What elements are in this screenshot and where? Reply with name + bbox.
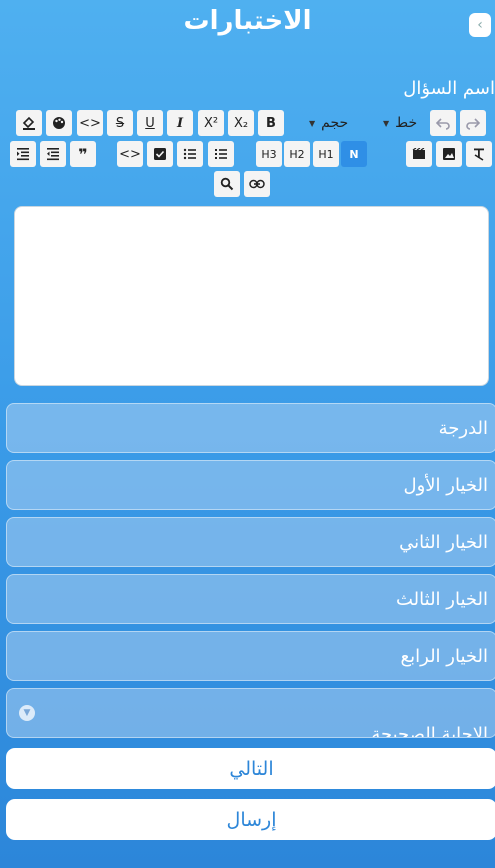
strikethrough-label: S <box>115 115 125 131</box>
palette-icon[interactable] <box>46 110 72 136</box>
heading2-button[interactable]: H2 <box>284 141 310 167</box>
numbered-list-icon[interactable] <box>208 141 234 167</box>
option2-field[interactable]: الخيار الثاني <box>6 517 495 567</box>
size-select[interactable]: حجم ▼ <box>309 110 348 136</box>
correct-answer-placeholder: الاجابة الصحيحة <box>371 724 488 738</box>
page-title: الاختبارات <box>183 6 312 36</box>
video-icon[interactable] <box>406 141 432 167</box>
grade-field[interactable]: الدرجة <box>6 403 495 453</box>
superscript-icon[interactable]: X² <box>198 110 224 136</box>
link-icon[interactable] <box>244 171 270 197</box>
chevron-down-icon: ▼ <box>19 705 35 721</box>
italic-label: I <box>176 115 184 131</box>
bullet-list-icon[interactable] <box>177 141 203 167</box>
option2-placeholder: الخيار الثاني <box>399 531 488 553</box>
code-block-icon[interactable]: <> <box>117 141 143 167</box>
grade-placeholder: الدرجة <box>438 417 488 439</box>
checklist-icon[interactable] <box>147 141 173 167</box>
submit-button[interactable]: إرسال <box>6 799 495 840</box>
option3-placeholder: الخيار الثالث <box>396 588 488 610</box>
question-label: اسم السؤال <box>403 78 495 99</box>
correct-answer-select[interactable]: الاجابة الصحيحة ▼ <box>6 688 495 738</box>
chevron-left-icon: ‹ <box>477 17 483 33</box>
font-select[interactable]: خط ▼ <box>383 110 417 136</box>
caret-down-icon: ▼ <box>309 118 316 128</box>
redo-icon[interactable] <box>460 110 486 136</box>
underline-icon[interactable]: U <box>137 110 163 136</box>
question-editor[interactable] <box>14 206 489 386</box>
bold-icon[interactable]: B <box>258 110 284 136</box>
heading3-button[interactable]: H3 <box>256 141 282 167</box>
option3-field[interactable]: الخيار الثالث <box>6 574 495 624</box>
caret-down-icon: ▼ <box>383 118 390 128</box>
search-icon[interactable] <box>214 171 240 197</box>
outdent-icon[interactable] <box>40 141 66 167</box>
underline-label: U <box>145 115 155 131</box>
option4-field[interactable]: الخيار الرابع <box>6 631 495 681</box>
subscript-icon[interactable]: X₂ <box>228 110 254 136</box>
code-icon[interactable]: <> <box>77 110 103 136</box>
image-icon[interactable] <box>436 141 462 167</box>
strikethrough-icon[interactable]: S <box>107 110 133 136</box>
size-select-label: حجم <box>321 115 349 131</box>
indent-icon[interactable] <box>10 141 36 167</box>
clear-format-icon[interactable] <box>466 141 492 167</box>
option1-placeholder: الخيار الأول <box>403 474 488 496</box>
font-select-label: خط <box>395 115 418 131</box>
back-button[interactable]: ‹ <box>469 13 491 37</box>
normal-text-button[interactable]: N <box>341 141 367 167</box>
undo-icon[interactable] <box>430 110 456 136</box>
option4-placeholder: الخيار الرابع <box>400 645 488 667</box>
fill-color-icon[interactable] <box>16 110 42 136</box>
quote-icon[interactable]: ❞ <box>70 141 96 167</box>
italic-icon[interactable]: I <box>167 110 193 136</box>
option1-field[interactable]: الخيار الأول <box>6 460 495 510</box>
heading1-button[interactable]: H1 <box>313 141 339 167</box>
next-button[interactable]: التالي <box>6 748 495 789</box>
